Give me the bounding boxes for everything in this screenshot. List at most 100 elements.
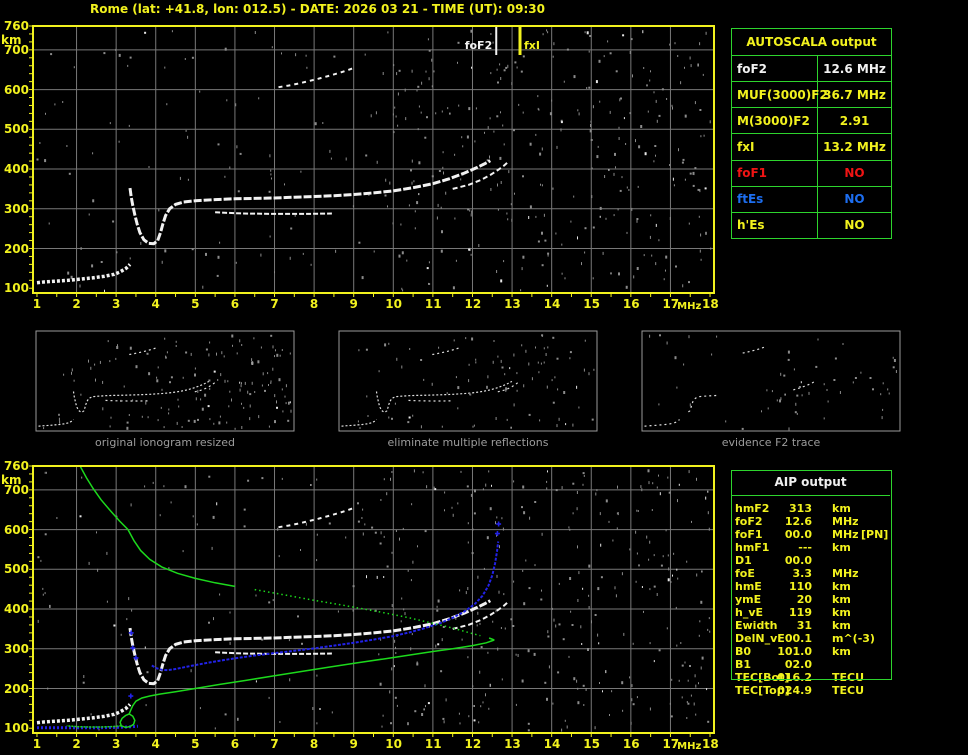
param-value: 12.6	[784, 515, 812, 528]
aip-output-table: AIP output hmF2 313 km foF2 12.6 MHz foF1 00.0 M…	[731, 470, 890, 697]
table-row-fof1: foF1 NO	[732, 160, 891, 187]
axis-tick-label: 11	[424, 297, 442, 311]
axis-tick-label: 1	[32, 297, 42, 311]
aip-table-row: foE 3.3 MHz	[731, 567, 890, 580]
axis-tick-label: 10	[385, 737, 402, 751]
axis-tick-label: 7	[270, 297, 279, 311]
param-label: hmE	[735, 580, 762, 593]
axis-tick-label: 14	[543, 297, 561, 311]
axis-tick-label: 400	[3, 162, 29, 177]
param-unit: MHz	[832, 515, 859, 528]
param-value: 3.3	[792, 567, 813, 580]
axis-tick-label: 13	[504, 297, 521, 311]
axis-tick-label: 5	[191, 737, 200, 751]
param-label: D1	[735, 554, 752, 567]
aip-table-row: TEC[Bot] 016.2 TECU	[731, 671, 890, 684]
critical-frequency-marker-label: fxI	[523, 39, 540, 52]
axis-tick-label: MHz	[677, 741, 702, 752]
axis-tick-label: 18	[702, 297, 719, 311]
aip-table-row: Ewidth 31 km	[731, 619, 890, 632]
param-unit: km	[832, 619, 851, 632]
param-label: ftEs	[732, 186, 818, 212]
aip-table-row: TEC[Top] 024.9 TECU	[731, 684, 890, 697]
thumbnail-caption-original: original ionogram resized	[95, 436, 235, 449]
axis-tick-label: 3	[111, 297, 121, 311]
param-value: 101.0	[777, 645, 812, 658]
table-row-muf3000f2: MUF(3000)F2 36.7 MHz	[732, 82, 891, 109]
axis-tick-label: 16	[622, 737, 640, 751]
axis-tick-label: 13	[504, 737, 521, 751]
param-value: NO	[844, 166, 865, 181]
axis-tick-label: 2	[72, 297, 81, 311]
axis-tick-label: 200	[3, 241, 29, 256]
param-value: ---	[798, 541, 812, 554]
axis-tick-label: 600	[3, 82, 29, 97]
axis-tick-label: 12	[464, 297, 482, 311]
axis-tick-label: 760	[3, 19, 29, 33]
aip-table-row: hmE 110 km	[731, 580, 890, 593]
axis-tick-label: 15	[583, 297, 600, 311]
aip-table-row: foF1 00.0 MHz [PN]	[731, 528, 890, 541]
page-title: Rome (lat: +41.8, lon: 012.5) - DATE: 20…	[90, 2, 545, 16]
param-value: 024.9	[777, 684, 812, 697]
table-row-fof2: foF2 12.6 MHz	[732, 56, 891, 83]
aip-table-row: h_vE 119 km	[731, 606, 890, 619]
aip-table-row: foF2 12.6 MHz	[731, 515, 890, 528]
aip-table-row: ymE 20 km	[731, 593, 890, 606]
param-label: foF1	[732, 160, 818, 186]
axis-tick-label: MHz	[677, 301, 702, 312]
param-label: h'Es	[732, 212, 818, 238]
param-value: 119	[789, 606, 812, 619]
param-value: 110	[789, 580, 812, 593]
param-value: 20	[796, 593, 812, 606]
axis-tick-label: 100	[3, 721, 29, 736]
axis-tick-label: 1	[32, 737, 42, 751]
table-row-ftes: ftEs NO	[732, 186, 891, 213]
param-label: fxI	[732, 134, 818, 160]
aip-table-row: hmF1 --- km	[731, 541, 890, 554]
param-value: 00.0	[784, 554, 812, 567]
autoscala-output-table: AUTOSCALA output foF2 12.6 MHz MUF(3000)…	[731, 28, 892, 239]
param-label: foF2	[732, 56, 818, 82]
aip-table-row: D1 00.0	[731, 554, 890, 567]
axis-tick-label: 4	[151, 737, 160, 751]
processing-thumbnail	[35, 330, 295, 432]
table-row-fxi: fxI 13.2 MHz	[732, 134, 891, 161]
aip-table-row: B0 101.0 km	[731, 645, 890, 658]
axis-tick-label: 760	[3, 459, 29, 473]
param-value: 313	[789, 502, 812, 515]
axis-tick-label: 12	[464, 737, 482, 751]
aip-table-row: hmF2 313 km	[731, 502, 890, 515]
axis-tick-label: 17	[662, 297, 680, 311]
param-value: 00.0	[784, 528, 812, 541]
axis-tick-label: 7	[270, 737, 279, 751]
axis-tick-label: 500	[3, 122, 29, 137]
axis-tick-label: 5	[191, 297, 200, 311]
axis-tick-label: 8	[309, 737, 319, 751]
autoscala-table-title: AUTOSCALA output	[732, 29, 891, 56]
param-unit: km	[832, 593, 851, 606]
aip-table-rows: hmF2 313 km foF2 12.6 MHz foF1 00.0 MHz [PN] hmF1-…	[731, 496, 890, 697]
aip-table-title: AIP output	[731, 470, 890, 496]
axis-tick-label: 9	[349, 297, 358, 311]
param-unit: km	[832, 606, 851, 619]
processing-thumbnail	[338, 330, 598, 432]
param-value: 02.0	[784, 658, 812, 671]
axis-tick-label: 600	[3, 522, 29, 537]
param-label: B0	[735, 645, 752, 658]
axis-tick-label: 100	[3, 281, 29, 296]
param-label: M(3000)F2	[732, 108, 818, 134]
axis-tick-label: 15	[583, 737, 600, 751]
axis-tick-label: 6	[230, 297, 240, 311]
axis-tick-label: 4	[151, 297, 160, 311]
axis-tick-label: 17	[662, 737, 680, 751]
param-label: foE	[735, 567, 755, 580]
axis-tick-label: 9	[349, 737, 358, 751]
param-unit: TECU	[832, 684, 865, 697]
param-label: MUF(3000)F2	[732, 82, 828, 108]
aip-table-row: B1 02.0	[731, 658, 890, 671]
param-value: 2.91	[839, 113, 870, 128]
param-value: 31	[796, 619, 812, 632]
param-value: 36.7 MHz	[823, 87, 886, 102]
thumbnail-caption-f2trace: evidence F2 trace	[721, 436, 821, 449]
